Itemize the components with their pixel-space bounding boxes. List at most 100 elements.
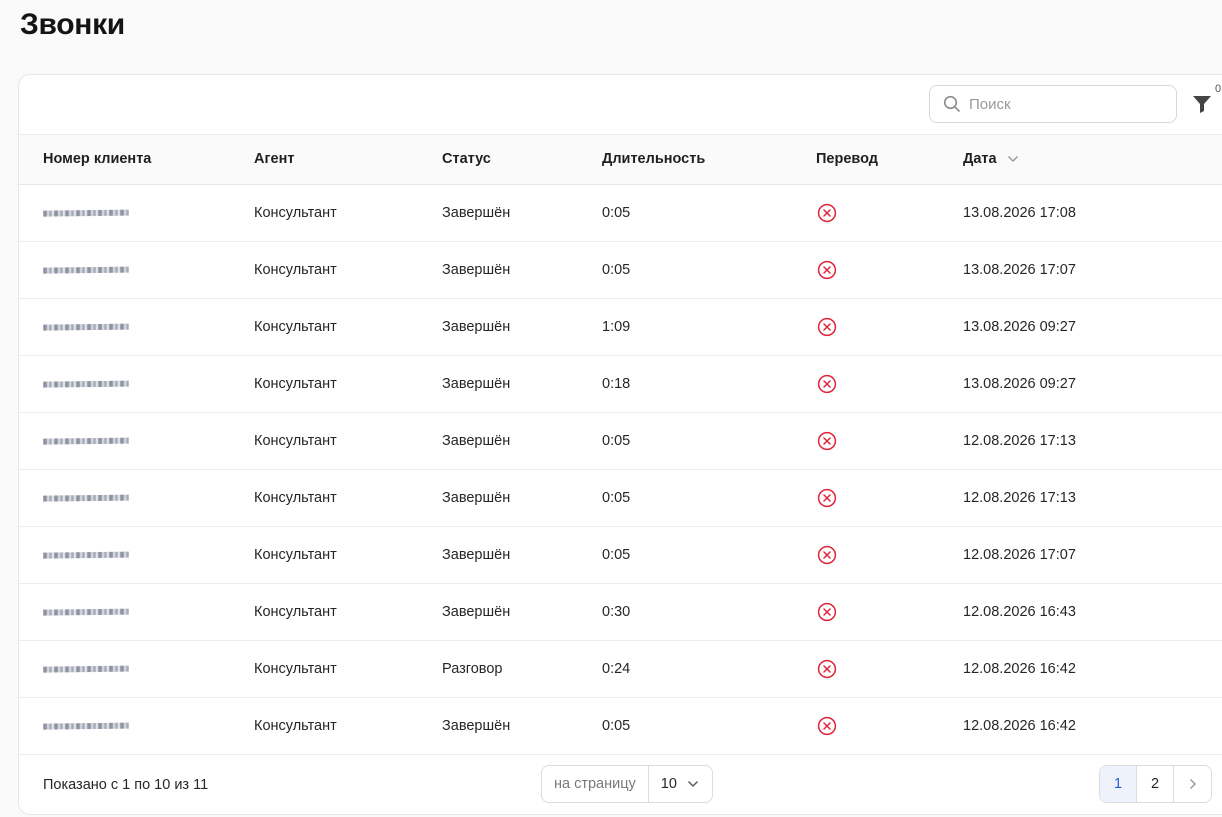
status-cell: Завершён [442,204,511,221]
transfer-cell [816,526,963,583]
transfer-cell [816,469,963,526]
masked-phone-number [43,266,129,274]
table-row[interactable]: Консультант Завершён 0:05 12.08.2026 17:13 [19,412,1222,469]
agent-cell: Консультант [254,318,337,335]
agent-cell: Консультант [254,489,337,506]
client-number-cell [19,526,254,583]
column-header-status[interactable]: Статус [442,135,602,184]
client-number-cell [19,469,254,526]
masked-phone-number [43,494,129,502]
table-row[interactable]: Консультант Завершён 0:30 12.08.2026 16:43 [19,583,1222,640]
x-circle-icon [817,488,837,507]
client-number-cell [19,184,254,241]
status-cell: Завершён [442,261,511,278]
duration-cell: 0:05 [602,261,631,278]
duration-cell: 1:09 [602,318,631,335]
status-cell: Завершён [442,318,511,335]
duration-cell: 0:24 [602,660,631,677]
date-cell: 12.08.2026 16:42 [963,660,1076,677]
duration-cell: 0:05 [602,204,631,221]
transfer-cell [816,583,963,640]
x-circle-icon [817,431,837,450]
agent-cell: Консультант [254,375,337,392]
date-cell: 13.08.2026 09:27 [963,375,1076,392]
agent-cell: Консультант [254,603,337,620]
x-circle-icon [817,659,837,678]
per-page-value: 10 [660,775,677,792]
column-header-duration[interactable]: Длительность [602,135,816,184]
toolbar: 0 [19,75,1222,135]
agent-cell: Консультант [254,546,337,563]
table-row[interactable]: Консультант Разговор 0:24 12.08.2026 16:42 [19,640,1222,697]
next-page-button[interactable] [1174,766,1211,802]
client-number-cell [19,298,254,355]
transfer-cell [816,355,963,412]
table-row[interactable]: Консультант Завершён 0:05 12.08.2026 16:42 [19,697,1222,754]
transfer-cell [816,298,963,355]
chevron-down-icon [687,780,698,787]
calls-card: 0 Номер клиента Агент Статус Длительност… [18,74,1222,815]
search-box[interactable] [929,85,1177,123]
filter-count-badge: 0 [1215,83,1222,95]
transfer-cell [816,412,963,469]
status-cell: Завершён [442,546,511,563]
table-row[interactable]: Консультант Завершён 1:09 13.08.2026 09:27 [19,298,1222,355]
page-title: Звонки [20,8,125,41]
date-cell: 13.08.2026 09:27 [963,318,1076,335]
date-cell: 13.08.2026 17:08 [963,204,1076,221]
duration-cell: 0:05 [602,546,631,563]
filter-icon[interactable] [1191,93,1213,115]
masked-phone-number [43,380,129,388]
table-row[interactable]: Консультант Завершён 0:05 13.08.2026 17:08 [19,184,1222,241]
calls-table: Номер клиента Агент Статус Длительность … [19,135,1222,755]
table-row[interactable]: Консультант Завершён 0:05 12.08.2026 17:07 [19,526,1222,583]
masked-phone-number [43,209,129,217]
agent-cell: Консультант [254,432,337,449]
duration-cell: 0:05 [602,489,631,506]
date-cell: 12.08.2026 17:07 [963,546,1076,563]
column-header-date-label: Дата [963,151,997,168]
client-number-cell [19,355,254,412]
x-circle-icon [817,602,837,621]
search-input[interactable] [969,95,1169,113]
agent-cell: Консультант [254,660,337,677]
per-page-label: на страницу [542,765,649,802]
page-button-2[interactable]: 2 [1137,765,1174,802]
duration-cell: 0:30 [602,603,631,620]
date-cell: 12.08.2026 17:13 [963,489,1076,506]
transfer-cell [816,697,963,754]
column-header-date[interactable]: Дата [963,135,1222,184]
per-page-value-wrap[interactable]: 10 [649,776,699,792]
agent-cell: Консультант [254,204,337,221]
column-header-agent[interactable]: Агент [254,135,442,184]
page-button-1[interactable]: 1 [1100,765,1137,802]
chevron-down-icon[interactable] [1007,155,1019,163]
masked-phone-number [43,551,129,559]
transfer-cell [816,640,963,697]
status-cell: Завершён [442,432,511,449]
column-header-client-number[interactable]: Номер клиента [19,135,254,184]
masked-phone-number [43,722,129,730]
chevron-right-icon [1189,778,1196,789]
table-row[interactable]: Консультант Завершён 0:05 12.08.2026 17:13 [19,469,1222,526]
duration-cell: 0:05 [602,432,631,449]
masked-phone-number [43,437,129,445]
x-circle-icon [817,317,837,336]
search-icon [943,95,960,112]
client-number-cell [19,241,254,298]
transfer-cell [816,241,963,298]
x-circle-icon [817,260,837,279]
status-cell: Завершён [442,375,511,392]
table-footer: Показано с 1 по 10 из 11 на страницу 10 … [19,755,1222,815]
per-page-select[interactable]: на страницу 10 [541,764,713,803]
agent-cell: Консультант [254,717,337,734]
x-circle-icon [817,716,837,735]
masked-phone-number [43,608,129,616]
column-header-transfer[interactable]: Перевод [816,135,963,184]
client-number-cell [19,697,254,754]
table-row[interactable]: Консультант Завершён 0:05 13.08.2026 17:07 [19,241,1222,298]
duration-cell: 0:18 [602,375,631,392]
pagination-summary: Показано с 1 по 10 из 11 [43,776,209,793]
table-row[interactable]: Консультант Завершён 0:18 13.08.2026 09:27 [19,355,1222,412]
status-cell: Разговор [442,660,503,677]
